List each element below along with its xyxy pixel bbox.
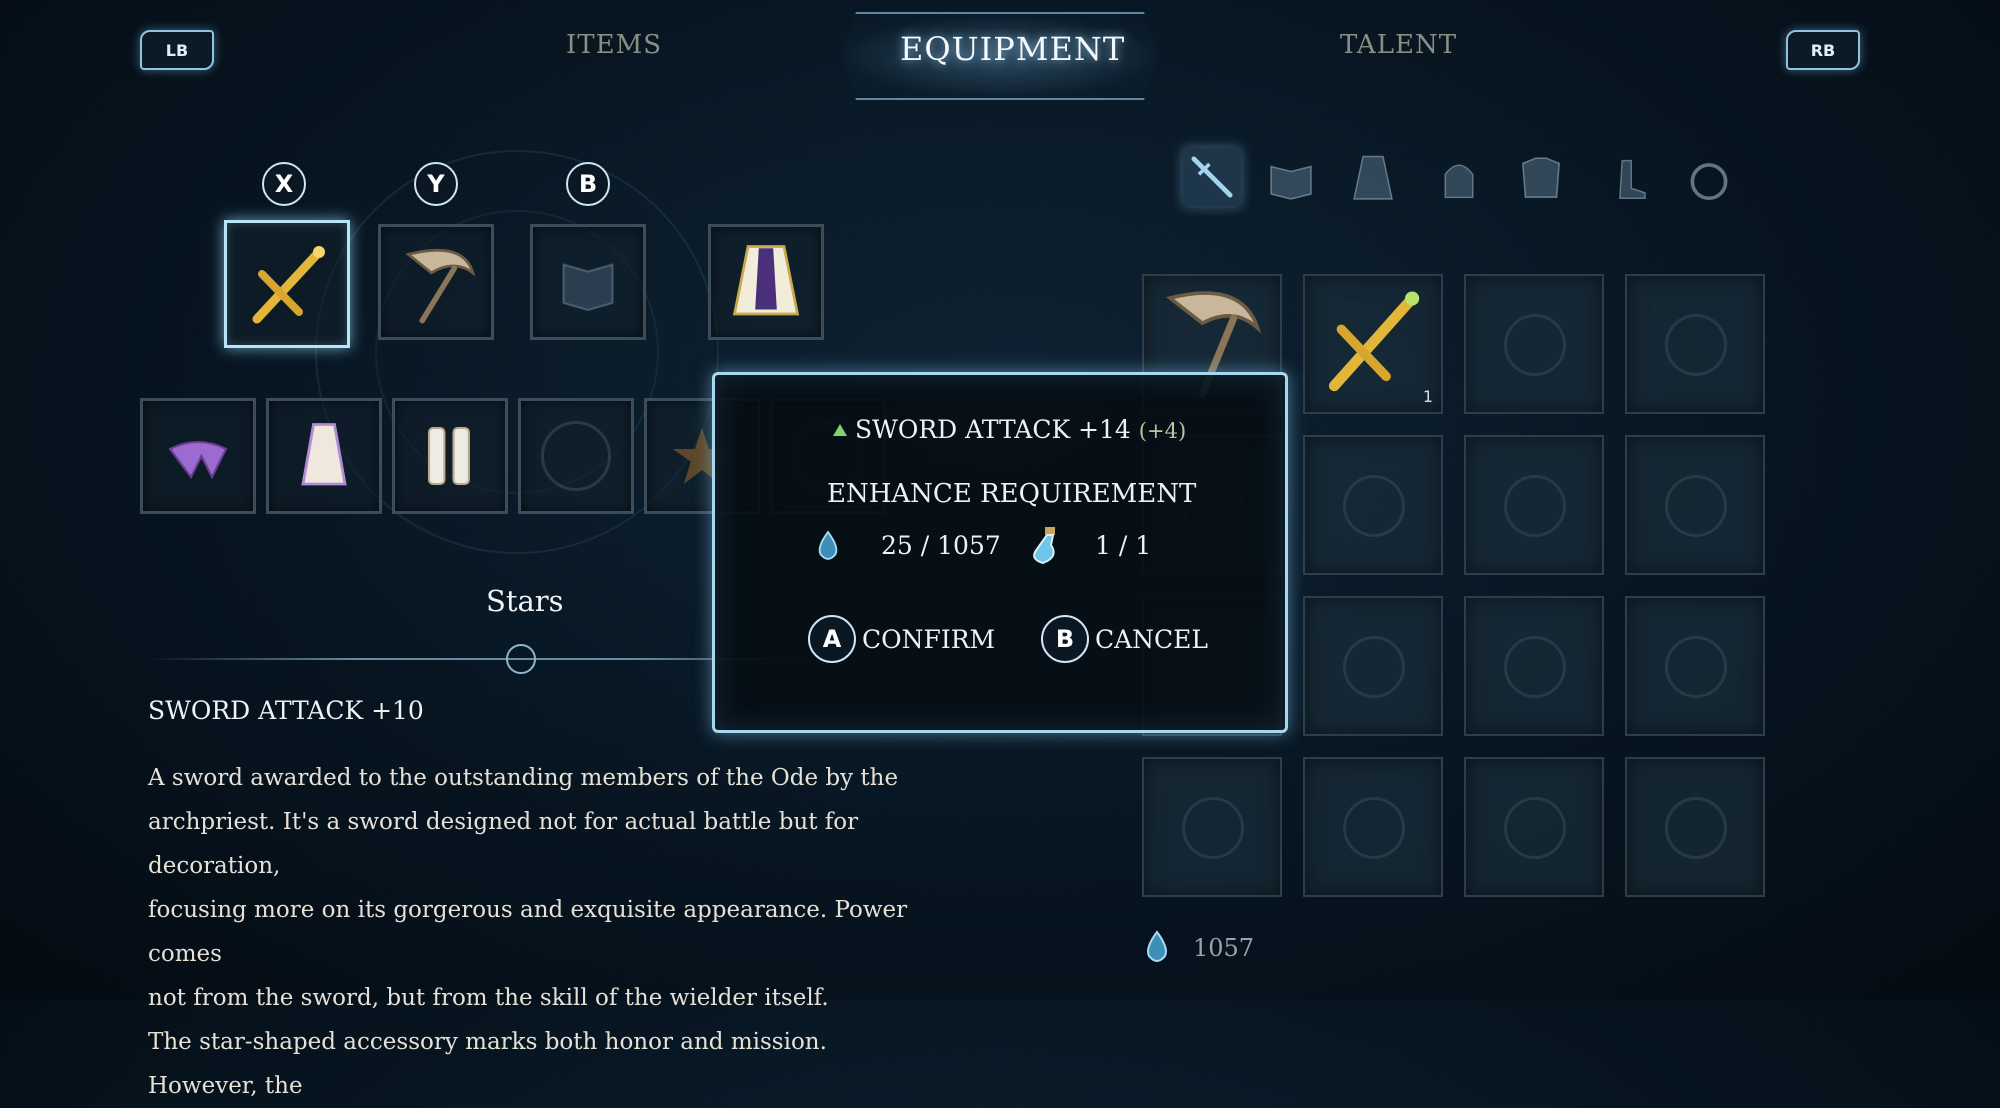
- rb-shoulder-button[interactable]: RB: [1786, 30, 1860, 70]
- boots-category-icon: [1619, 159, 1646, 200]
- empty-slot-icon: [1343, 475, 1405, 537]
- inventory-slot-empty[interactable]: [1303, 596, 1443, 736]
- inventory-slot-empty[interactable]: [1464, 757, 1604, 897]
- equip-slot-body[interactable]: [266, 398, 382, 514]
- y-button-hint: Y: [414, 162, 458, 206]
- requirement-title: ENHANCE REQUIREMENT: [827, 479, 1197, 509]
- item-stat: SWORD ATTACK +10: [148, 696, 424, 725]
- empty-slot-icon: [1504, 475, 1566, 537]
- item-description: A sword awarded to the outstanding membe…: [148, 756, 928, 1108]
- essence-drop-icon: [815, 529, 841, 563]
- description-line: focusing more on its gorgerous and exqui…: [148, 897, 908, 967]
- item-count: 1: [1422, 387, 1433, 406]
- confirm-label: CONFIRM: [862, 624, 996, 654]
- description-line: not from the sword, but from the skill o…: [148, 985, 829, 1011]
- category-book[interactable]: [1262, 150, 1320, 208]
- helmet-category-icon: [1444, 164, 1474, 199]
- item-name: Stars: [486, 584, 564, 618]
- essence-requirement: 25 / 1057: [881, 531, 1001, 560]
- enhanced-stat: SWORD ATTACK +14 (+4): [833, 415, 1186, 444]
- equip-slot-ring[interactable]: [518, 398, 634, 514]
- inventory-slot-empty[interactable]: [1625, 596, 1765, 736]
- a-button-icon: A: [808, 615, 856, 663]
- empty-slot-icon: [1182, 797, 1244, 859]
- equip-slot-weapon-b[interactable]: [530, 224, 646, 340]
- enhanced-stat-delta: (+4): [1138, 419, 1187, 443]
- purple-ribbon-icon: [168, 440, 228, 480]
- lb-shoulder-button[interactable]: LB: [140, 30, 214, 70]
- empty-ring-icon: [541, 421, 611, 491]
- currency-amount: 1057: [1193, 934, 1255, 962]
- category-armor[interactable]: [1512, 150, 1570, 208]
- stat-up-arrow-icon: [833, 424, 847, 436]
- equip-slot-boots[interactable]: [392, 398, 508, 514]
- golden-sword-icon: [1328, 291, 1420, 392]
- b-button-hint: B: [566, 162, 610, 206]
- empty-slot-icon: [1665, 314, 1727, 376]
- inventory-slot-empty[interactable]: [1303, 757, 1443, 897]
- empty-slot-icon: [1343, 636, 1405, 698]
- empty-slot-icon: [1665, 475, 1727, 537]
- white-boots-icon: [427, 426, 470, 486]
- empty-slot-icon: [1665, 797, 1727, 859]
- equip-slot-cape[interactable]: [708, 224, 824, 340]
- category-sword[interactable]: [1183, 148, 1241, 206]
- scythe-icon: [405, 248, 476, 324]
- armor-category-icon: [1521, 157, 1561, 198]
- equip-slot-weapon-y[interactable]: [378, 224, 494, 340]
- inventory-slot-empty[interactable]: [1464, 435, 1604, 575]
- empty-slot-icon: [1343, 797, 1405, 859]
- robe-category-icon: [1353, 155, 1393, 200]
- golden-sword-icon: [252, 246, 325, 324]
- inventory-slot-empty[interactable]: [1625, 435, 1765, 575]
- cancel-button[interactable]: B CANCEL: [1041, 615, 1208, 663]
- empty-slot-icon: [1504, 797, 1566, 859]
- sword-category-icon: [1191, 156, 1233, 198]
- tab-items[interactable]: ITEMS: [566, 30, 662, 60]
- confirm-button[interactable]: A CONFIRM: [808, 615, 995, 663]
- divider-ornament-icon: [506, 644, 536, 674]
- purple-cape-icon: [732, 244, 800, 315]
- empty-book-icon: [562, 263, 614, 312]
- cancel-label: CANCEL: [1095, 624, 1209, 654]
- equip-slot-accessory[interactable]: [140, 398, 256, 514]
- inventory-slot[interactable]: 1: [1303, 274, 1443, 414]
- description-line: archpriest. It's a sword designed not fo…: [148, 809, 859, 879]
- enhance-dialog: SWORD ATTACK +14 (+4) ENHANCE REQUIREMEN…: [712, 372, 1288, 733]
- inventory-slot-empty[interactable]: [1303, 435, 1443, 575]
- category-ring[interactable]: [1680, 150, 1738, 208]
- description-line: A sword awarded to the outstanding membe…: [148, 765, 899, 791]
- description-line: The star-shaped accessory marks both hon…: [148, 1029, 827, 1099]
- book-category-icon: [1270, 165, 1312, 200]
- enhanced-stat-label: SWORD ATTACK +14: [855, 415, 1131, 444]
- white-robe-icon: [301, 423, 347, 486]
- inventory-slot-empty[interactable]: [1142, 757, 1282, 897]
- tab-equipment[interactable]: EQUIPMENT: [900, 30, 1125, 68]
- potion-icon: [1025, 525, 1059, 565]
- potion-requirement: 1 / 1: [1095, 531, 1152, 560]
- category-robe[interactable]: [1344, 150, 1402, 208]
- category-helmet[interactable]: [1430, 150, 1488, 208]
- essence-drop-icon: [1143, 930, 1171, 964]
- x-button-hint: X: [262, 162, 306, 206]
- inventory-slot-empty[interactable]: [1625, 757, 1765, 897]
- b-button-icon: B: [1041, 615, 1089, 663]
- tab-talent[interactable]: TALENT: [1340, 30, 1457, 60]
- inventory-slot-empty[interactable]: [1625, 274, 1765, 414]
- inventory-slot-empty[interactable]: [1464, 274, 1604, 414]
- category-boots[interactable]: [1600, 150, 1658, 208]
- empty-slot-icon: [1504, 314, 1566, 376]
- ring-category-icon: [1690, 163, 1728, 201]
- inventory-slot-empty[interactable]: [1464, 596, 1604, 736]
- empty-slot-icon: [1504, 636, 1566, 698]
- empty-slot-icon: [1665, 636, 1727, 698]
- equip-slot-weapon-main[interactable]: [224, 220, 350, 348]
